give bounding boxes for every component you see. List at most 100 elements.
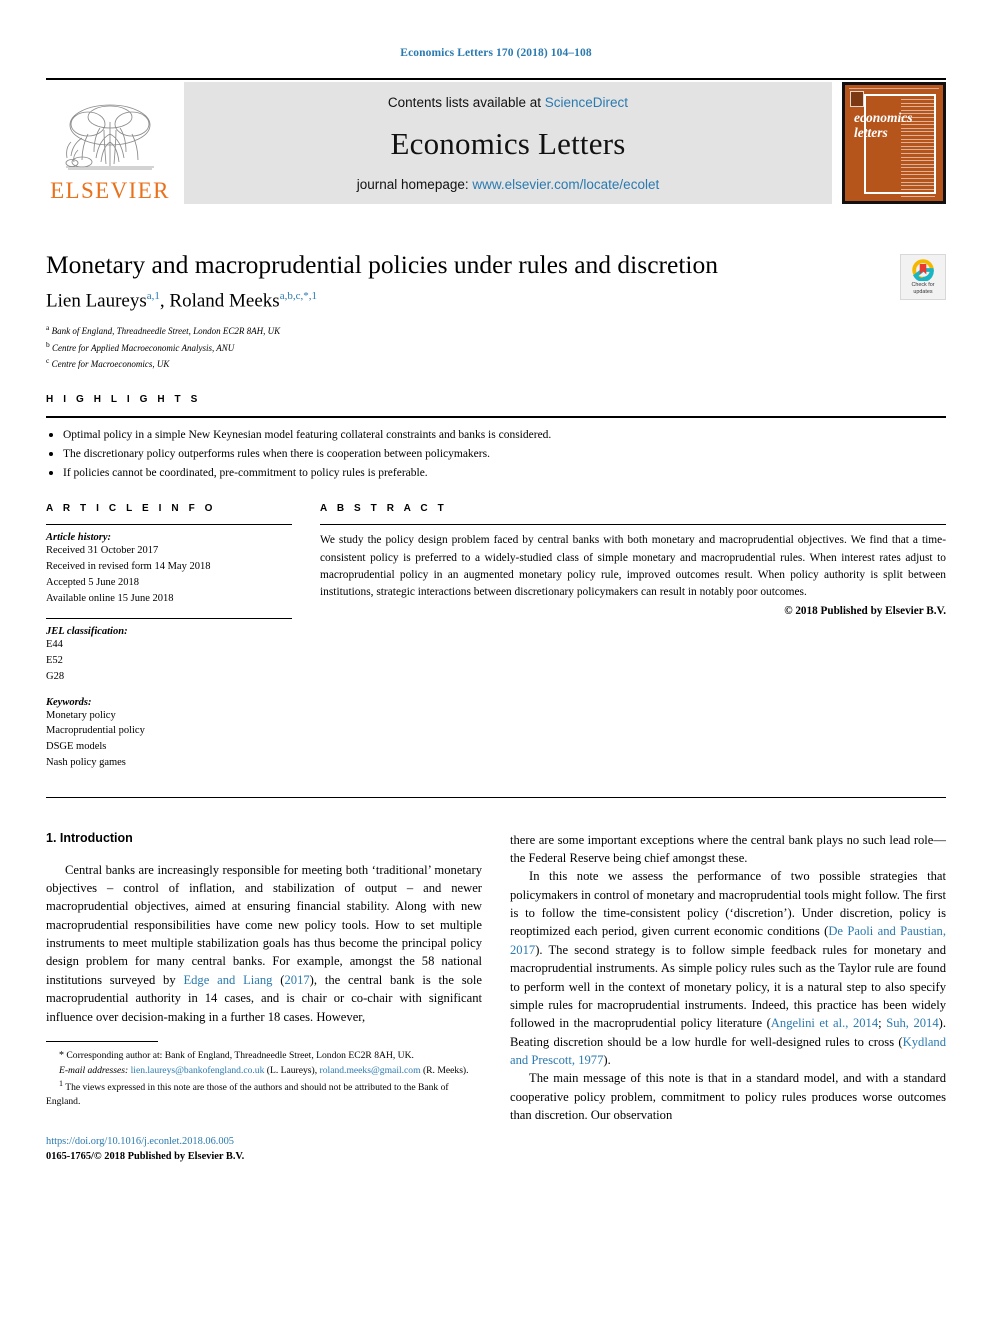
author-2-name[interactable]: Roland Meeks xyxy=(169,291,279,312)
footnote-separator-rule xyxy=(46,1040,158,1042)
author-2-affiliation-marks: a,b,c,*,1 xyxy=(279,290,317,303)
paragraph-left-1-a: Central banks are increasingly responsib… xyxy=(46,862,482,987)
crossmark-label-line2: updates xyxy=(913,288,933,295)
contents-available-line: Contents lists available at ScienceDirec… xyxy=(388,95,628,110)
abstract-text: We study the policy design problem faced… xyxy=(320,534,946,599)
author-1-name[interactable]: Lien Laureys xyxy=(46,291,147,312)
footnote-1: 1 The views expressed in this note are t… xyxy=(46,1078,482,1109)
elsevier-tree-icon xyxy=(65,104,154,170)
page-title: Monetary and macroprudential policies un… xyxy=(46,250,718,279)
email-addresses-label: E-mail addresses: xyxy=(59,1064,129,1076)
crossmark-label: Check for updates xyxy=(911,282,934,295)
info-and-abstract: A R T I C L E I N F O Article history: R… xyxy=(46,503,946,782)
paper-page: Economics Letters 170 (2018) 104–108 ELS… xyxy=(0,0,992,1323)
cover-journal-title: economics letters xyxy=(854,110,913,140)
paragraph-left-1: Central banks are increasingly responsib… xyxy=(46,861,482,1026)
affiliation-text-c: Centre for Macroeconomics, UK xyxy=(51,359,170,370)
paragraph-right-2: In this note we assess the performance o… xyxy=(510,867,946,1069)
homepage-prefix: journal homepage: xyxy=(356,177,469,192)
journal-homepage-line: journal homepage: www.elsevier.com/locat… xyxy=(357,177,659,192)
crossmark-check-for-updates-badge[interactable]: Check for updates xyxy=(900,254,946,300)
affiliation-item: b Centre for Applied Macroeconomic Analy… xyxy=(46,339,946,355)
doi-link[interactable]: https://doi.org/10.1016/j.econlet.2018.0… xyxy=(46,1135,482,1150)
elsevier-logo: ELSEVIER xyxy=(46,82,174,204)
history-item: Available online 15 June 2018 xyxy=(46,592,174,604)
abstract-copyright: © 2018 Published by Elsevier B.V. xyxy=(784,604,946,617)
affiliation-item: a Bank of England, Threadneedle Street, … xyxy=(46,322,946,338)
footnote-emails: E-mail addresses: lien.laureys@bankofeng… xyxy=(46,1064,482,1078)
keyword-item: Nash policy games xyxy=(46,756,126,768)
email1-owner: (L. Laureys), xyxy=(264,1064,318,1076)
affiliation-item: c Centre for Macroeconomics, UK xyxy=(46,355,946,371)
highlights-heading: H I G H L I G H T S xyxy=(46,394,201,406)
highlights-section: H I G H L I G H T S Optimal policy in a … xyxy=(46,394,946,482)
crossmark-label-line1: Check for xyxy=(911,282,935,289)
journal-masthead: ELSEVIER Contents lists available at Sci… xyxy=(46,82,946,204)
masthead-top-rule xyxy=(46,78,946,80)
paragraph-right-1: there are some important exceptions wher… xyxy=(510,832,946,865)
article-info-column: A R T I C L E I N F O Article history: R… xyxy=(46,503,314,782)
history-item: Received 31 October 2017 xyxy=(46,545,159,557)
elsevier-wordmark: ELSEVIER xyxy=(50,178,170,203)
jel-code: G28 xyxy=(46,670,65,682)
author-separator: , xyxy=(159,290,170,312)
list-item: The discretionary policy outperforms rul… xyxy=(46,445,946,464)
body-top-rule xyxy=(46,796,946,798)
body-column-right: there are some important exceptions wher… xyxy=(510,831,946,1165)
list-item: Optimal policy in a simple New Keynesian… xyxy=(46,426,946,445)
keywords-label: Keywords: xyxy=(46,696,92,708)
keyword-item: DSGE models xyxy=(46,741,107,752)
citation-edge-liang[interactable]: Edge and Liang xyxy=(183,973,272,987)
sciencedirect-link[interactable]: ScienceDirect xyxy=(545,95,628,110)
highlights-list: Optimal policy in a simple New Keynesian… xyxy=(46,418,946,482)
issn-copyright-line: 0165-1765/© 2018 Published by Elsevier B… xyxy=(46,1150,245,1162)
article-info-heading: A R T I C L E I N F O xyxy=(46,503,217,515)
footnote-1-text: The views expressed in this note are tho… xyxy=(46,1081,449,1107)
jel-code: E52 xyxy=(46,655,63,666)
footnote-block: * Corresponding author at: Bank of Engla… xyxy=(46,1049,482,1109)
title-block: Monetary and macroprudential policies un… xyxy=(46,250,946,371)
article-history-group: Article history: Received 31 October 201… xyxy=(46,532,292,606)
footnote-corresponding-text: Corresponding author at: Bank of England… xyxy=(64,1049,414,1061)
section-title-introduction: 1. Introduction xyxy=(46,830,133,845)
abstract-rule xyxy=(320,524,946,526)
author-1-affiliation-marks: a,1 xyxy=(146,290,160,303)
affiliation-text-a: Bank of England, Threadneedle Street, Lo… xyxy=(51,326,281,337)
keyword-list: Monetary policy Macroprudential policy D… xyxy=(46,708,292,771)
doi-and-issn-block: https://doi.org/10.1016/j.econlet.2018.0… xyxy=(46,1135,482,1165)
cover-top-rule xyxy=(849,88,939,89)
paragraph-right-2-c: ; xyxy=(878,1016,887,1031)
jel-code-list: E44 E52 G28 xyxy=(46,637,292,684)
keyword-item: Monetary policy xyxy=(46,709,116,721)
journal-title: Economics Letters xyxy=(390,125,626,161)
email-link-meeks[interactable]: roland.meeks@gmail.com xyxy=(320,1065,421,1076)
body-columns: 1. Introduction Central banks are increa… xyxy=(46,831,946,1165)
body-column-left: 1. Introduction Central banks are increa… xyxy=(46,831,482,1165)
jel-divider-rule xyxy=(46,618,292,620)
affiliation-text-b: Centre for Applied Macroeconomic Analysi… xyxy=(52,342,235,353)
paragraph-right-3: The main message of this note is that in… xyxy=(510,1071,946,1123)
affiliation-list: a Bank of England, Threadneedle Street, … xyxy=(46,322,946,371)
cover-stamp-icon xyxy=(850,91,864,107)
article-history-label: Article history: xyxy=(46,532,112,544)
masthead-center-panel: Contents lists available at ScienceDirec… xyxy=(184,82,832,204)
citation-angelini-et-al[interactable]: Angelini et al., 2014 xyxy=(771,1016,878,1030)
citation-suh[interactable]: Suh, 2014 xyxy=(886,1016,938,1030)
email-link-laureys[interactable]: lien.laureys@bankofengland.co.uk xyxy=(131,1065,265,1076)
affiliation-mark-a: a xyxy=(46,323,50,333)
author-list: Lien Laureysa,1, Roland Meeksa,b,c,*,1 xyxy=(46,290,946,313)
crossmark-icon xyxy=(912,258,934,281)
journal-cover-thumbnail: economics letters xyxy=(842,82,946,204)
cover-title-line1: economics xyxy=(854,110,913,125)
abstract-column: A B S T R A C T We study the policy desi… xyxy=(314,503,946,782)
journal-homepage-link[interactable]: www.elsevier.com/locate/ecolet xyxy=(472,177,659,192)
paragraph-right-2-e: ). xyxy=(603,1053,611,1067)
footnote-corresponding-author: * Corresponding author at: Bank of Engla… xyxy=(46,1049,482,1064)
email2-owner: (R. Meeks). xyxy=(420,1064,469,1076)
history-item: Accepted 5 June 2018 xyxy=(46,576,140,588)
keyword-item: Macroprudential policy xyxy=(46,725,145,737)
citation-year-2017[interactable]: 2017 xyxy=(284,973,309,987)
affiliation-mark-b: b xyxy=(46,339,50,349)
running-head: Economics Letters 170 (2018) 104–108 xyxy=(400,47,592,59)
abstract-heading: A B S T R A C T xyxy=(320,503,448,515)
